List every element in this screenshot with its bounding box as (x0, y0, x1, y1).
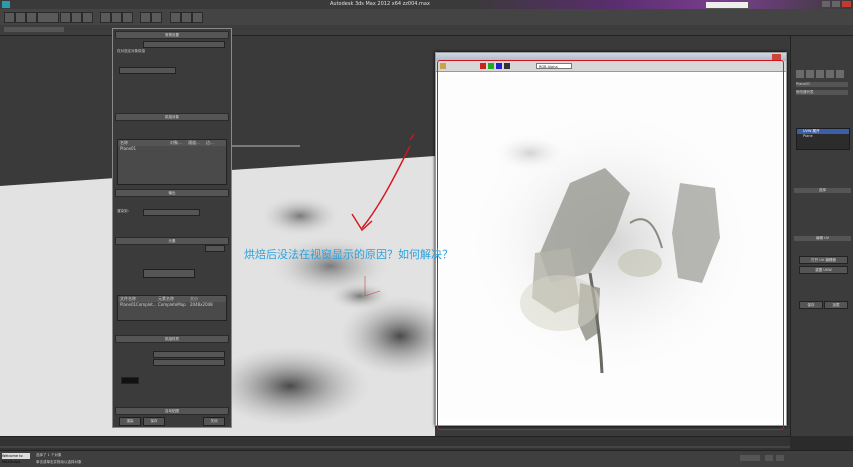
section-elements-header[interactable]: 元素 (115, 237, 229, 245)
output-path-field[interactable] (143, 41, 225, 48)
object-name-field[interactable]: Plane01 (796, 82, 848, 87)
set-key-button[interactable] (740, 455, 760, 461)
maximize-button[interactable] (832, 1, 840, 7)
redo-icon[interactable] (15, 12, 26, 23)
material-editor-icon[interactable] (170, 12, 181, 23)
display-tab-icon[interactable] (836, 70, 844, 78)
time-slider[interactable] (0, 436, 790, 451)
app-logo-icon[interactable] (2, 1, 10, 8)
minimize-button[interactable] (822, 1, 830, 7)
undo-icon[interactable] (4, 12, 15, 23)
section-output-header[interactable]: 输出 (115, 189, 229, 197)
create-tab-icon[interactable] (796, 70, 804, 78)
annotation-outline (437, 60, 784, 430)
bg-color-swatch[interactable] (121, 377, 139, 384)
snap-icon[interactable] (100, 12, 111, 23)
output-table: 文件名称 元素名称 大小 Plane01Complet... CompleteM… (117, 295, 227, 321)
title-bar: Autodesk 3ds Max 2012 x64 zz004.max (0, 0, 853, 9)
selection-status: 选择了 1 个对象 (36, 453, 62, 457)
render-button[interactable]: 渲染 (119, 417, 141, 426)
section-objects-header[interactable]: 烘焙对象 (115, 113, 229, 121)
col-channel: 通道... (188, 140, 200, 145)
target-map-dropdown[interactable] (153, 359, 225, 366)
next-frame-icon[interactable] (776, 455, 784, 461)
close-dialog-button[interactable]: 关闭 (203, 417, 225, 426)
terrain-bump (260, 196, 340, 236)
annotation-question: 烘焙后没法在视窗显示的原因？如何解决？ (244, 248, 453, 261)
col-edge: 边... (206, 140, 214, 145)
angle-snap-icon[interactable] (111, 12, 122, 23)
object-name-cell: Plane01 (120, 146, 137, 151)
align-icon[interactable] (151, 12, 162, 23)
edit-uv-rollout-header[interactable]: 编辑 UV (794, 236, 851, 241)
select-icon[interactable] (26, 12, 37, 23)
element-name-cell: CompleteMap (158, 302, 186, 307)
annotation-arrow-tail (409, 133, 415, 141)
terrain-shadow (210, 346, 370, 426)
graphite-tools-tab[interactable] (4, 27, 64, 32)
selection-filter-dropdown[interactable] (37, 12, 59, 23)
table-row[interactable]: Plane01 (118, 146, 226, 152)
terrain-bump (330, 282, 390, 310)
maxscript-listener[interactable]: Welcome to MAXScript. (2, 453, 30, 464)
section-baked-material-header[interactable]: 烘焙材质 (115, 335, 229, 343)
prompt-hint: 单击或单击并拖动以选择对象 (36, 460, 82, 464)
file-name-cell: Plane01Complet... (120, 302, 157, 307)
modifier-stack: UVW 展开 Plane (796, 128, 850, 150)
render-setup-icon[interactable] (181, 12, 192, 23)
move-icon[interactable] (60, 12, 71, 23)
render-to-dropdown[interactable] (143, 209, 200, 216)
selection-rollout-header[interactable]: 选择 (794, 188, 851, 193)
reset-uvw-button[interactable]: 重置 UVW (799, 266, 848, 274)
stack-item-plane[interactable]: Plane (797, 134, 849, 139)
padding-spinner[interactable] (205, 245, 225, 252)
render-to-texture-dialog: 常规设置 仅对选定对象烘焙 烘焙对象 名称 对象... 通道... 边... P… (112, 28, 232, 428)
close-button[interactable] (842, 1, 851, 7)
timeline-ticks (0, 446, 790, 448)
motion-tab-icon[interactable] (826, 70, 834, 78)
scale-icon[interactable] (82, 12, 93, 23)
filename-field[interactable] (153, 351, 225, 358)
size-cell: 2048x2048 (190, 302, 213, 307)
play-icon[interactable] (765, 455, 773, 461)
save-uv-button[interactable]: 保存 (799, 301, 823, 309)
modifier-list-dropdown[interactable]: 修改器列表 (796, 90, 848, 95)
save-button[interactable]: 保存 (143, 417, 165, 426)
mirror-icon[interactable] (140, 12, 151, 23)
percent-snap-icon[interactable] (122, 12, 133, 23)
load-uv-button[interactable]: 加载 (824, 301, 848, 309)
render-icon[interactable] (192, 12, 203, 23)
search-input[interactable] (705, 1, 749, 9)
rotate-icon[interactable] (71, 12, 82, 23)
open-uv-editor-button[interactable]: 打开 UV 编辑器 (799, 256, 848, 264)
selected-only-label[interactable]: 仅对选定对象烘焙 (117, 49, 145, 54)
render-to-label: 渲染到： (117, 209, 131, 213)
table-row[interactable]: Plane01Complet... CompleteMap 2048x2048 (118, 302, 226, 308)
hierarchy-tab-icon[interactable] (816, 70, 824, 78)
add-element-button[interactable] (143, 269, 195, 278)
status-bar: Welcome to MAXScript. 选择了 1 个对象 单击或单击并拖动… (0, 450, 853, 467)
section-common-header[interactable]: 常规设置 (115, 31, 229, 39)
objects-table: 名称 对象... 通道... 边... Plane01 (117, 139, 227, 185)
window-title: Autodesk 3ds Max 2012 x64 zz004.max (330, 1, 430, 7)
col-object: 对象... (170, 140, 182, 145)
main-toolbar (0, 9, 853, 26)
modify-tab-icon[interactable] (806, 70, 814, 78)
preset-dropdown[interactable] (119, 67, 176, 74)
command-panel: Plane01 修改器列表 UVW 展开 Plane 选择 编辑 UV 打开 U… (790, 36, 853, 436)
section-auto-mapping-header[interactable]: 自动贴图 (115, 407, 229, 415)
